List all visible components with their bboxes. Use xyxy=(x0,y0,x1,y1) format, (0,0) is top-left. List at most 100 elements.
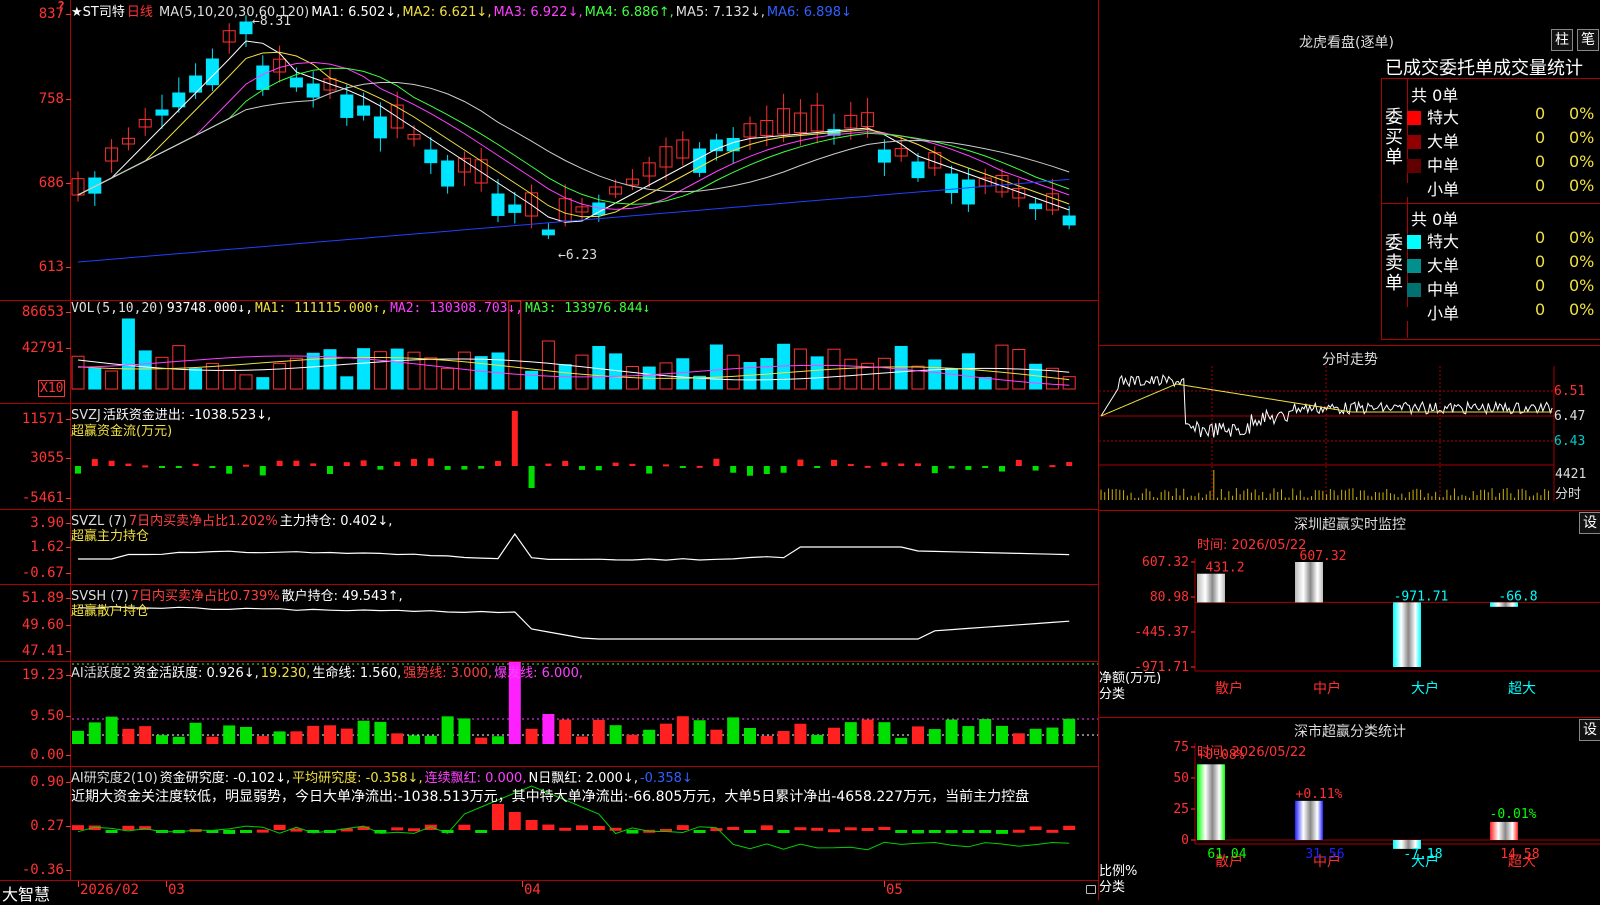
volume-bar[interactable] xyxy=(793,348,807,390)
fund-flow-bar[interactable] xyxy=(377,466,384,470)
activity-bar[interactable] xyxy=(139,726,152,744)
candle-body[interactable] xyxy=(491,193,505,216)
candle-body[interactable] xyxy=(172,92,186,108)
volume-bar[interactable] xyxy=(1062,376,1076,390)
research-bar[interactable] xyxy=(962,830,975,833)
candle-body[interactable] xyxy=(541,229,555,236)
activity-bar[interactable] xyxy=(525,728,538,744)
research-bar[interactable] xyxy=(777,830,790,833)
svsh-panel[interactable]: 51.89 49.60 47.41 SVSH (7) 7日内买卖净占比0.739%… xyxy=(0,584,1098,662)
research-bar[interactable] xyxy=(492,804,504,830)
activity-bar[interactable] xyxy=(1046,727,1059,744)
research-bar[interactable] xyxy=(240,830,252,833)
candle-body[interactable] xyxy=(877,149,891,163)
volume-bar[interactable] xyxy=(810,356,824,390)
volume-bar[interactable] xyxy=(222,369,236,390)
research-bar[interactable] xyxy=(508,812,521,830)
research-bar[interactable] xyxy=(525,820,538,830)
candlestick-chart[interactable] xyxy=(0,0,1098,300)
category-bar[interactable] xyxy=(1295,800,1323,840)
volume-bar[interactable] xyxy=(474,356,488,390)
research-bar[interactable] xyxy=(592,826,605,830)
candle-body[interactable] xyxy=(340,94,354,118)
fund-flow-bar[interactable] xyxy=(243,464,249,467)
fund-flow-bar[interactable] xyxy=(461,466,468,470)
volume-bar[interactable] xyxy=(541,340,555,390)
research-bar[interactable] xyxy=(828,829,840,833)
volume-bar[interactable] xyxy=(340,376,354,390)
activity-bar[interactable] xyxy=(912,726,924,744)
activity-bar[interactable] xyxy=(878,722,891,744)
fund-flow-bar[interactable] xyxy=(159,466,165,468)
fund-flow-bar[interactable] xyxy=(91,459,98,466)
volume-bar[interactable] xyxy=(995,344,1009,390)
fund-flow-bar[interactable] xyxy=(881,462,888,466)
fund-flow-bar[interactable] xyxy=(1032,466,1039,471)
activity-bar[interactable] xyxy=(811,734,824,744)
activity-bar[interactable] xyxy=(458,718,471,744)
activity-bar[interactable] xyxy=(256,736,269,744)
candle-body[interactable] xyxy=(911,161,925,179)
volume-bar[interactable] xyxy=(289,357,303,390)
activity-bar[interactable] xyxy=(945,719,958,744)
fund-flow-bar[interactable] xyxy=(192,463,199,466)
fund-flow-bar[interactable] xyxy=(545,463,552,466)
candle-body[interactable] xyxy=(1062,215,1076,226)
activity-bar[interactable] xyxy=(592,719,605,744)
activity-bar[interactable] xyxy=(979,719,992,744)
research-bar[interactable] xyxy=(794,827,807,831)
activity-bar[interactable] xyxy=(492,736,504,744)
fund-flow-bar[interactable] xyxy=(679,466,686,468)
activity-bar[interactable] xyxy=(88,722,101,744)
activity-bar[interactable] xyxy=(441,716,454,744)
fund-flow-bar[interactable] xyxy=(747,466,753,476)
svzj-panel[interactable]: 11571 3055 -5461 SVZJ 活跃资金进出: -1038.523↓,… xyxy=(0,403,1098,510)
fund-flow-bar[interactable] xyxy=(175,466,182,468)
research-bar[interactable] xyxy=(945,830,958,834)
date-axis-bar[interactable]: 大智慧 2026/02 03 04 05 xyxy=(0,880,1098,904)
stock-title[interactable]: ★ST司特 xyxy=(71,5,125,20)
activity-bar[interactable] xyxy=(828,727,840,744)
activity-bar[interactable] xyxy=(861,719,874,744)
activity-bar[interactable] xyxy=(223,725,236,744)
fund-flow-bar[interactable] xyxy=(125,463,132,466)
candle-body[interactable] xyxy=(508,204,522,213)
research-bar[interactable] xyxy=(727,826,740,830)
ai-research-panel[interactable]: 0.90 0.27 -0.36 AI研究度2(10) 资金研究度: -0.102↓… xyxy=(0,766,1098,880)
research-bar[interactable] xyxy=(928,830,941,833)
candle-body[interactable] xyxy=(256,65,270,90)
volume-bar[interactable] xyxy=(189,368,203,390)
activity-bar[interactable] xyxy=(744,727,756,744)
activity-bar[interactable] xyxy=(475,737,488,744)
fund-flow-bar[interactable] xyxy=(343,462,350,466)
activity-bar[interactable] xyxy=(710,729,723,744)
research-bar[interactable] xyxy=(1029,826,1042,830)
activity-bar[interactable] xyxy=(576,736,588,744)
category-bar[interactable] xyxy=(1393,602,1421,667)
category-bar[interactable] xyxy=(1197,573,1225,603)
activity-bar[interactable] xyxy=(609,725,622,744)
column-mode-button[interactable]: 柱 xyxy=(1551,29,1573,51)
research-bar[interactable] xyxy=(1063,825,1076,830)
candle-body[interactable] xyxy=(961,179,975,205)
fund-flow-bar[interactable] xyxy=(427,458,434,466)
activity-bar[interactable] xyxy=(408,735,420,744)
fund-flow-bar[interactable] xyxy=(915,463,921,466)
volume-bar[interactable] xyxy=(172,345,186,390)
fund-flow-bar[interactable] xyxy=(898,463,905,466)
research-bar[interactable] xyxy=(878,826,891,830)
intraday-section[interactable]: 分时走势 6.51 6.47 6.43 4421 分时 xyxy=(1099,345,1600,511)
fund-flow-bar[interactable] xyxy=(394,461,401,466)
research-bar[interactable] xyxy=(105,830,118,833)
candle-body[interactable] xyxy=(357,105,371,116)
activity-bar[interactable] xyxy=(105,716,118,744)
volume-bar[interactable] xyxy=(978,377,992,390)
realtime-monitor-section[interactable]: 深圳超赢实时监控 设 时间: 2026/05/22 607.32 80.98 -44… xyxy=(1099,510,1600,718)
activity-bar[interactable] xyxy=(559,719,572,744)
fund-flow-bar[interactable] xyxy=(931,466,938,474)
activity-bar[interactable] xyxy=(660,723,672,744)
volume-bar[interactable] xyxy=(105,370,119,390)
fund-flow-bar[interactable] xyxy=(629,463,636,466)
research-bar[interactable] xyxy=(458,824,471,830)
research-bar[interactable] xyxy=(542,824,555,830)
